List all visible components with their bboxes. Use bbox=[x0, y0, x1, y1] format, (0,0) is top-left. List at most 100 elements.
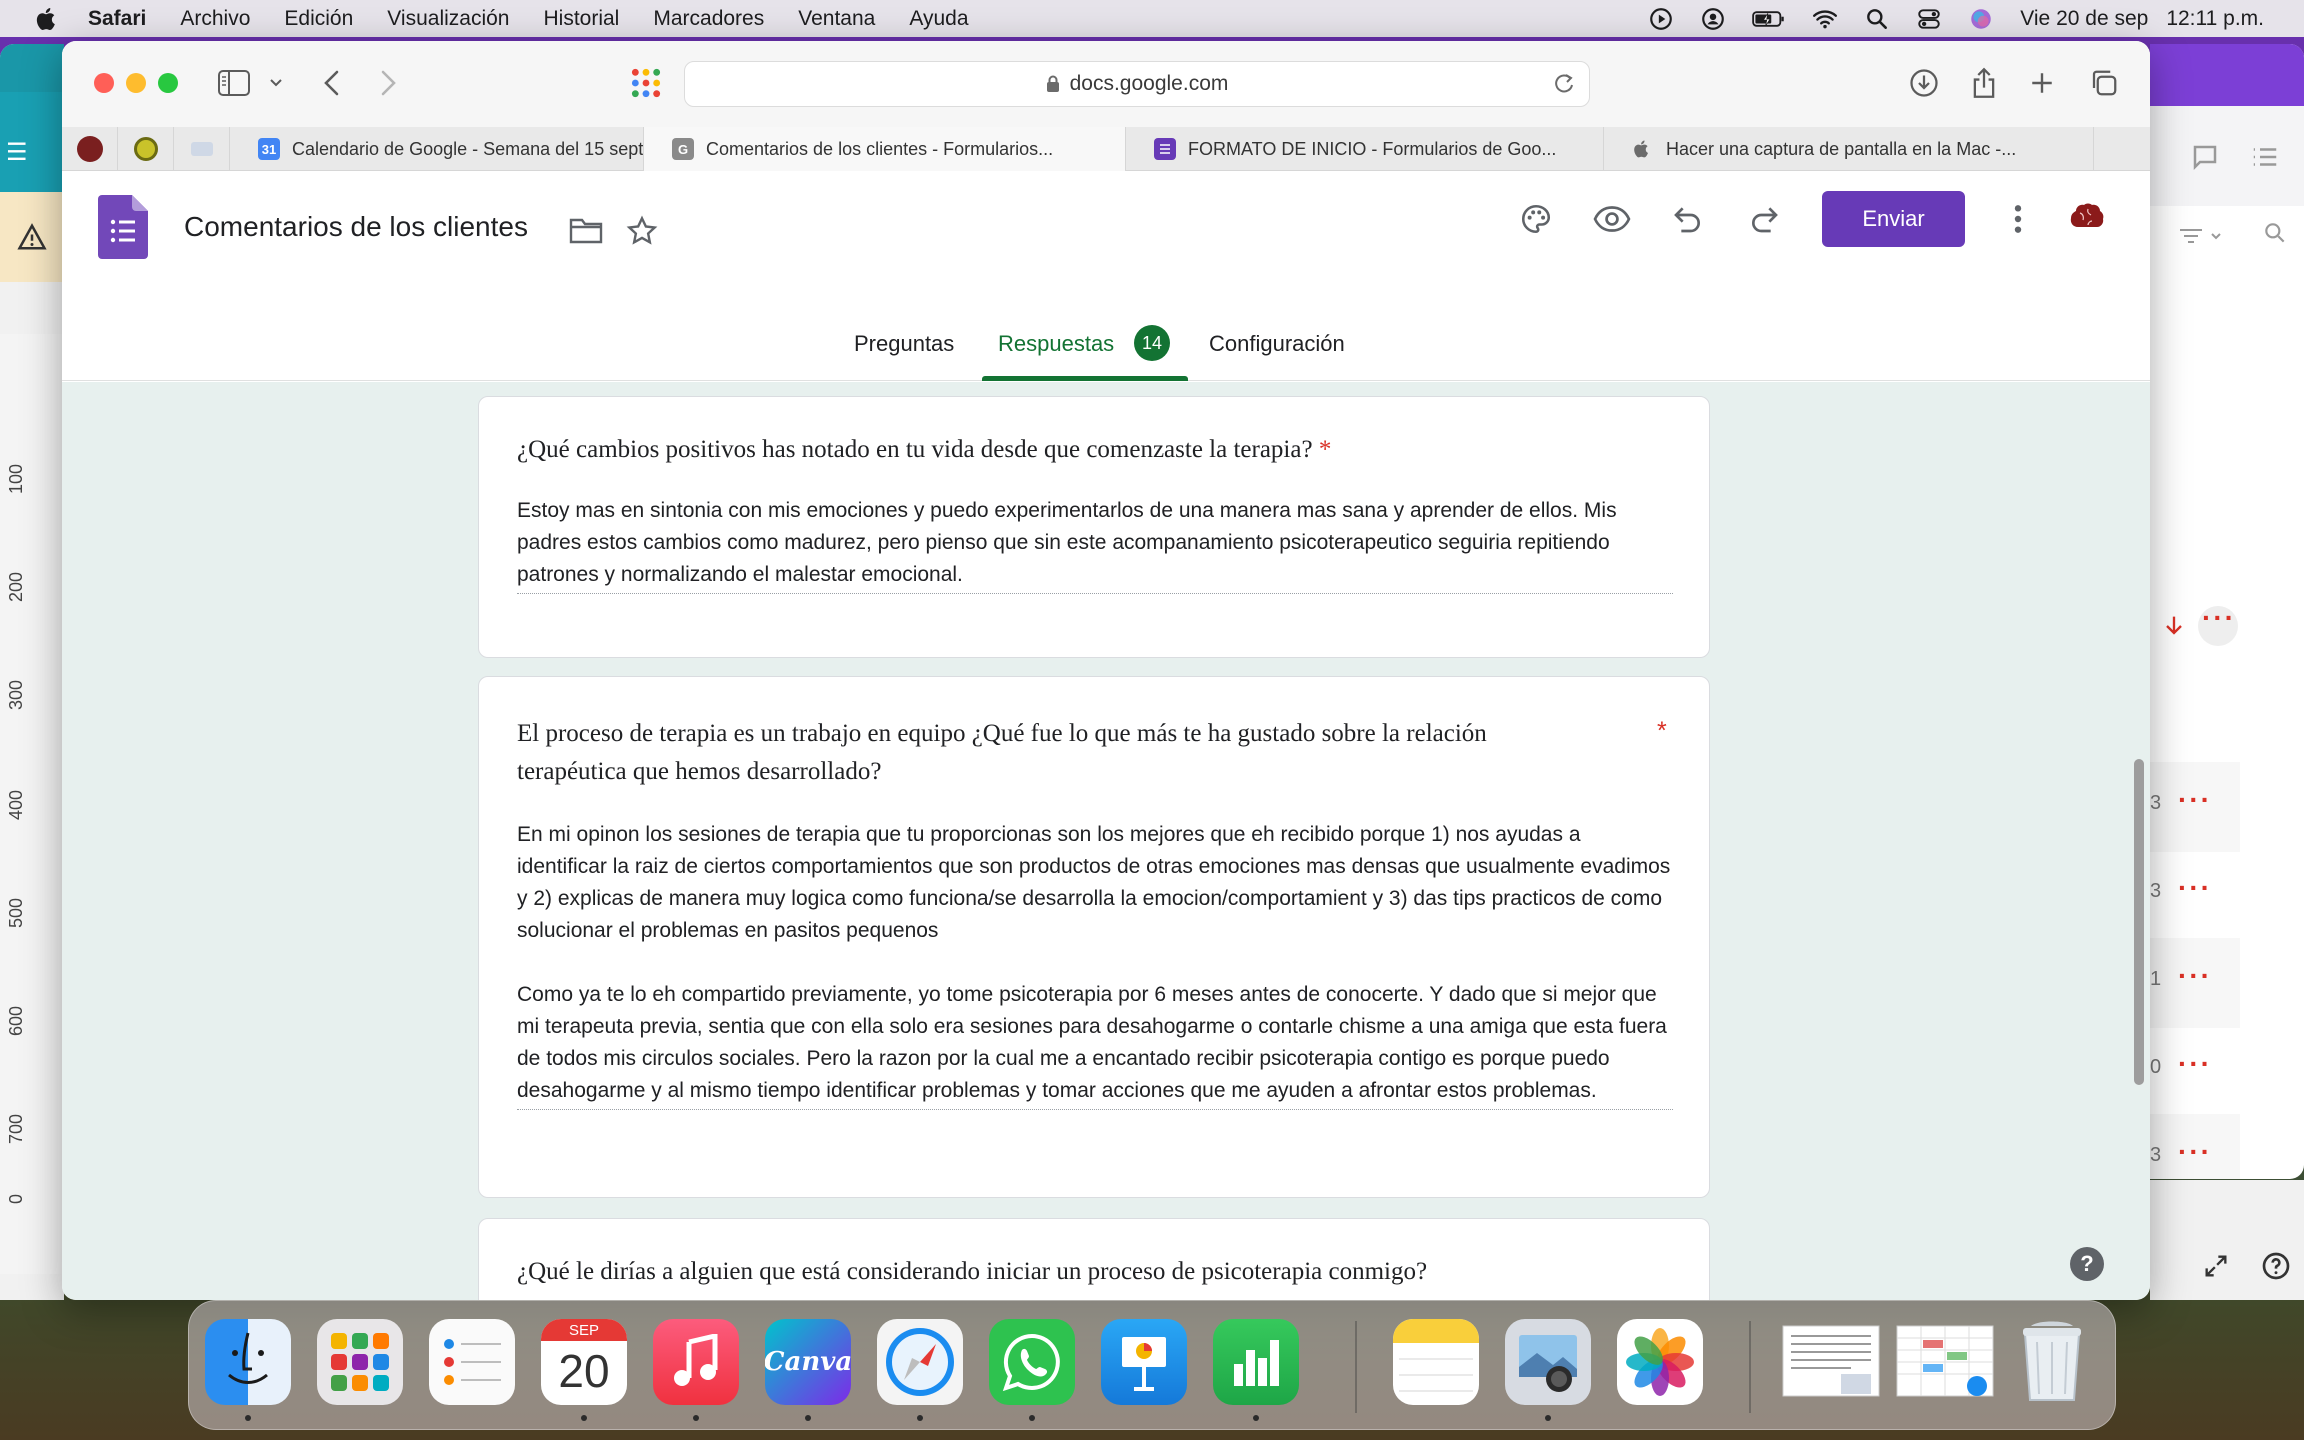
more-options-icon[interactable]: ··· bbox=[2178, 1048, 2212, 1080]
back-arrow-icon[interactable] bbox=[314, 65, 350, 101]
more-options-icon[interactable]: ··· bbox=[2178, 784, 2212, 816]
google-apps-grid-icon[interactable] bbox=[628, 65, 664, 101]
scrollbar[interactable] bbox=[2134, 759, 2144, 1085]
keynote-icon[interactable] bbox=[1101, 1319, 1187, 1405]
preview-icon[interactable] bbox=[1505, 1319, 1591, 1405]
menu-archivo[interactable]: Archivo bbox=[180, 7, 250, 31]
tab-configuracion[interactable]: Configuración bbox=[1209, 331, 1345, 357]
browser-titlebar: docs.google.com bbox=[62, 41, 2150, 127]
tab-preguntas[interactable]: Preguntas bbox=[854, 331, 954, 357]
background-window-left[interactable]: ☰ 100 200 300 400 500 600 700 0 bbox=[0, 44, 64, 1300]
folder-icon[interactable] bbox=[566, 211, 606, 251]
more-options-button[interactable]: ··· bbox=[2198, 602, 2238, 646]
share-icon[interactable] bbox=[1966, 65, 2002, 101]
menu-ventana[interactable]: Ventana bbox=[798, 7, 875, 31]
wifi-icon[interactable] bbox=[1812, 6, 1838, 32]
fullscreen-icon[interactable] bbox=[2202, 1252, 2230, 1280]
tab-comentarios[interactable]: G Comentarios de los clientes - Formular… bbox=[644, 127, 1126, 171]
address-bar[interactable]: docs.google.com bbox=[684, 61, 1590, 107]
filter-icon[interactable] bbox=[2178, 224, 2228, 248]
responses-count-badge: 14 bbox=[1134, 325, 1170, 361]
palette-icon[interactable] bbox=[1516, 199, 1556, 239]
search-icon[interactable] bbox=[2262, 220, 2288, 246]
document-thumbnail[interactable] bbox=[1779, 1319, 1883, 1405]
photos-icon[interactable] bbox=[1617, 1319, 1703, 1405]
notes-icon[interactable] bbox=[1393, 1319, 1479, 1405]
question-text: ¿Qué le dirías a alguien que está consid… bbox=[517, 1258, 1428, 1285]
menu-app-name[interactable]: Safari bbox=[88, 7, 146, 31]
help-button[interactable]: ? bbox=[2070, 1247, 2104, 1281]
list-icon[interactable] bbox=[2250, 142, 2280, 172]
ruler-label: 400 bbox=[6, 789, 26, 820]
control-center-icon[interactable] bbox=[1916, 6, 1942, 32]
avatar[interactable] bbox=[2060, 191, 2112, 243]
tab-formato-de-inicio[interactable]: FORMATO DE INICIO - Formularios de Goo..… bbox=[1126, 127, 1604, 171]
apple-logo-icon[interactable] bbox=[34, 6, 60, 32]
redo-icon[interactable] bbox=[1744, 199, 1784, 239]
reload-icon[interactable] bbox=[1553, 72, 1575, 96]
google-forms-logo-icon[interactable] bbox=[98, 195, 148, 259]
pinned-tab[interactable] bbox=[62, 127, 118, 171]
sidebar-toggle-icon[interactable] bbox=[216, 65, 252, 101]
launchpad-icon[interactable] bbox=[317, 1319, 403, 1405]
tab-respuestas[interactable]: Respuestas bbox=[998, 331, 1114, 357]
zoom-window-button[interactable] bbox=[158, 73, 178, 93]
canva-icon[interactable]: Canva bbox=[765, 1319, 851, 1405]
warning-banner bbox=[0, 192, 64, 282]
row-value: 0 bbox=[2150, 1056, 2162, 1078]
menubar-time[interactable]: 12:11 p.m. bbox=[2166, 7, 2264, 31]
download-icon[interactable] bbox=[2160, 612, 2188, 640]
send-button[interactable]: Enviar bbox=[1822, 191, 1965, 247]
more-options-icon[interactable]: ··· bbox=[2178, 872, 2212, 904]
active-tab-indicator bbox=[982, 376, 1188, 381]
pinned-tab[interactable] bbox=[174, 127, 230, 171]
numbers-icon[interactable] bbox=[1213, 1319, 1299, 1405]
safari-icon[interactable] bbox=[877, 1319, 963, 1405]
tab-overview-icon[interactable] bbox=[2086, 65, 2122, 101]
menu-ayuda[interactable]: Ayuda bbox=[909, 7, 968, 31]
music-icon[interactable] bbox=[653, 1319, 739, 1405]
more-options-icon[interactable]: ··· bbox=[2178, 1136, 2212, 1168]
forward-arrow-icon[interactable] bbox=[370, 65, 406, 101]
user-account-icon[interactable] bbox=[1700, 6, 1726, 32]
more-options-icon[interactable]: ··· bbox=[2178, 960, 2212, 992]
responses-content[interactable]: ¿Qué cambios positivos has notado en tu … bbox=[62, 382, 2150, 1300]
minimize-window-button[interactable] bbox=[126, 73, 146, 93]
pinned-tab[interactable] bbox=[118, 127, 174, 171]
star-icon[interactable] bbox=[622, 211, 662, 251]
dock-separator bbox=[1749, 1321, 1751, 1413]
chevron-down-icon[interactable] bbox=[258, 65, 294, 101]
question-text: terapéutica que hemos desarrollado? bbox=[517, 758, 882, 785]
preview-eye-icon[interactable] bbox=[1592, 199, 1632, 239]
tab-captura-de-pantalla[interactable]: Hacer una captura de pantalla en la Mac … bbox=[1604, 127, 2094, 171]
trash-icon[interactable] bbox=[2009, 1319, 2095, 1405]
tab-calendario[interactable]: 31 Calendario de Google - Semana del 15 … bbox=[230, 127, 644, 171]
battery-icon[interactable] bbox=[1752, 6, 1786, 32]
comment-icon[interactable] bbox=[2190, 142, 2220, 172]
spotlight-search-icon[interactable] bbox=[1864, 6, 1890, 32]
close-window-button[interactable] bbox=[94, 73, 114, 93]
menu-marcadores[interactable]: Marcadores bbox=[653, 7, 764, 31]
pinned-site-icon bbox=[190, 142, 213, 156]
finder-icon[interactable] bbox=[205, 1319, 291, 1405]
background-window-titlebar bbox=[0, 44, 64, 92]
spreadsheet-thumbnail[interactable] bbox=[1893, 1319, 1997, 1405]
menu-visualizacion[interactable]: Visualización bbox=[387, 7, 509, 31]
undo-icon[interactable] bbox=[1668, 199, 1708, 239]
macos-dock: SEP 20 Canva bbox=[188, 1300, 2116, 1430]
whatsapp-icon[interactable] bbox=[989, 1319, 1075, 1405]
help-icon[interactable] bbox=[2260, 1250, 2292, 1282]
new-tab-plus-icon[interactable] bbox=[2024, 65, 2060, 101]
siri-icon[interactable] bbox=[1968, 6, 1994, 32]
more-vert-icon[interactable] bbox=[1998, 199, 2038, 239]
warning-icon bbox=[17, 223, 47, 250]
menu-edicion[interactable]: Edición bbox=[284, 7, 353, 31]
calendar-app-icon[interactable]: SEP 20 bbox=[541, 1319, 627, 1405]
form-title[interactable]: Comentarios de los clientes bbox=[184, 211, 528, 243]
background-window-right[interactable]: ··· 3 ··· 3 ··· 1 ··· 0 ··· 3 ··· bbox=[2150, 44, 2304, 1179]
downloads-icon[interactable] bbox=[1906, 65, 1942, 101]
play-circle-icon[interactable] bbox=[1648, 6, 1674, 32]
menubar-date[interactable]: Vie 20 de sep bbox=[2020, 7, 2148, 31]
reminders-icon[interactable] bbox=[429, 1319, 515, 1405]
menu-historial[interactable]: Historial bbox=[543, 7, 619, 31]
